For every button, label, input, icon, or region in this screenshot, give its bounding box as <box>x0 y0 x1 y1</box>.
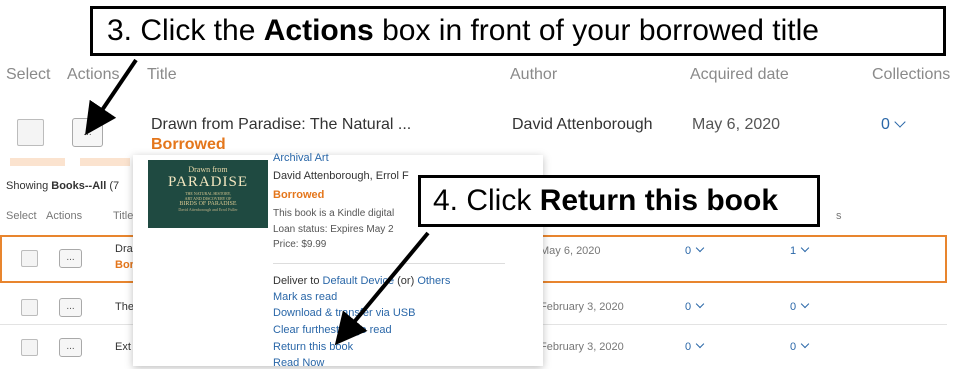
popover-description: This book is a Kindle digital <box>273 208 395 219</box>
row-checkbox[interactable] <box>21 339 38 356</box>
popover-collection-link[interactable]: Archival Art <box>273 152 329 162</box>
list-header-collections: s <box>836 210 842 222</box>
instruction-callout-3: 3. Click the Actions box in front of you… <box>90 6 946 56</box>
mark-as-read-link[interactable]: Mark as read <box>273 291 337 303</box>
row-collections-2[interactable]: 1 <box>790 243 810 257</box>
collections-count: 0 <box>881 116 890 133</box>
borrowed-badge: Borrowed <box>151 136 226 153</box>
book-title[interactable]: Drawn from Paradise: The Natural ... <box>151 116 411 134</box>
row-select-checkbox[interactable] <box>17 119 44 146</box>
popover-divider <box>273 263 505 264</box>
collections-dropdown[interactable]: 0 <box>881 116 906 134</box>
acquired-date: May 6, 2020 <box>692 116 781 133</box>
book-author: David Attenborough <box>512 116 653 133</box>
default-device-link[interactable]: Default Device <box>323 275 395 287</box>
read-now-link[interactable]: Read Now <box>273 357 324 369</box>
book-cover: Drawn from PARADISE THE NATURAL HISTORY,… <box>148 160 268 228</box>
row-collections-2[interactable]: 0 <box>790 299 810 313</box>
header-author[interactable]: Author <box>510 66 557 84</box>
row-title[interactable]: Ext <box>115 341 131 353</box>
row-actions-button[interactable]: ... <box>59 298 82 317</box>
row-collections-2[interactable]: 0 <box>790 339 810 353</box>
popover-borrowed: Borrowed <box>273 189 325 201</box>
popover-authors: David Attenborough, Errol F <box>273 170 409 182</box>
header-select: Select <box>6 66 51 83</box>
tab-indicator <box>80 158 130 166</box>
row-checkbox[interactable] <box>21 299 38 316</box>
tab-indicator <box>10 158 65 166</box>
row-actions-button[interactable]: ... <box>59 338 82 357</box>
showing-label: Showing Books--All (7 <box>6 180 120 192</box>
row-collections[interactable]: 0 <box>685 299 705 313</box>
chevron-down-icon <box>894 116 906 128</box>
row-collections[interactable]: 0 <box>685 243 705 257</box>
header-collections: Collections <box>872 66 951 83</box>
return-this-book-link[interactable]: Return this book <box>273 341 353 353</box>
deliver-to-row: Deliver to Default Device (or) Others <box>273 275 451 287</box>
header-title[interactable]: Title <box>147 66 177 84</box>
row-title[interactable]: The <box>115 301 134 313</box>
row-date: February 3, 2020 <box>540 341 624 353</box>
header-actions: Actions <box>67 66 120 83</box>
row-collections[interactable]: 0 <box>685 339 705 353</box>
list-header-select: Select <box>6 210 37 222</box>
download-transfer-link[interactable]: Download & transfer via USB <box>273 307 415 319</box>
row-date: February 3, 2020 <box>540 301 624 313</box>
row-checkbox[interactable] <box>21 250 38 267</box>
list-header-actions: Actions <box>46 210 83 222</box>
list-header-title: Title <box>113 210 134 222</box>
header-acquired-date[interactable]: Acquired date <box>690 66 789 84</box>
popover-price: Price: $9.99 <box>273 239 327 250</box>
row-title[interactable]: Dra <box>115 243 133 255</box>
row-actions-button[interactable]: ... <box>59 249 82 268</box>
actions-button[interactable]: ... <box>72 118 103 147</box>
row-status: Bor <box>115 259 134 271</box>
others-link[interactable]: Others <box>417 275 450 287</box>
instruction-callout-4: 4. Click Return this book <box>418 175 820 227</box>
popover-loan-status: Loan status: Expires May 2 <box>273 224 394 235</box>
row-date: May 6, 2020 <box>540 245 601 257</box>
clear-furthest-page-link[interactable]: Clear furthest page read <box>273 324 392 336</box>
